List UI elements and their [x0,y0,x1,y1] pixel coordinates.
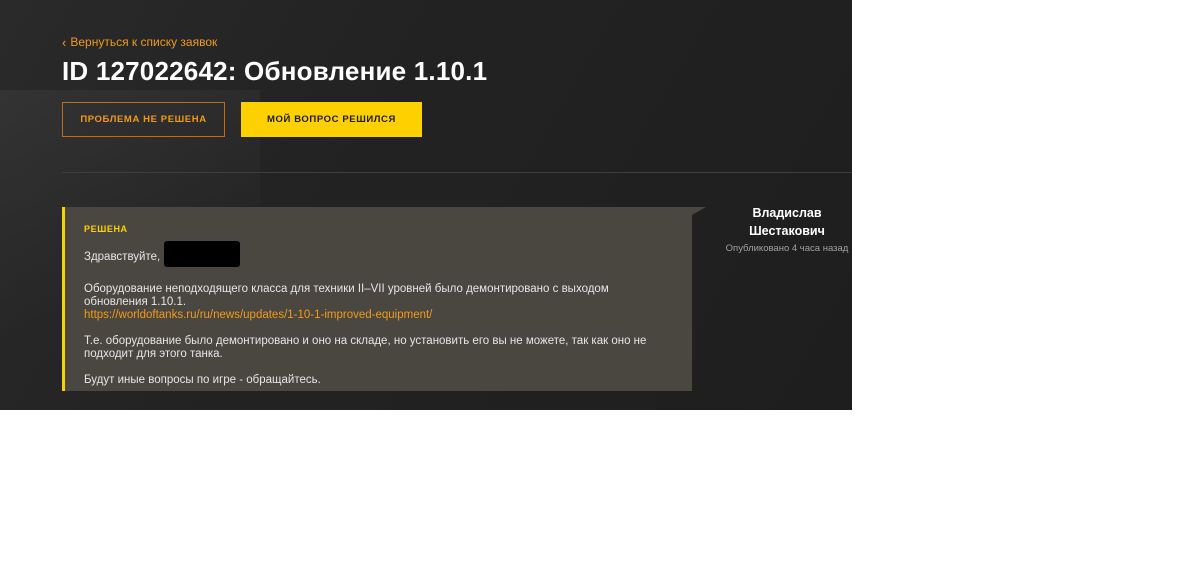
author-name-line-2: Шестакович [749,224,825,238]
message-author: Владислав Шестакович Опубликовано 4 часа… [712,204,852,254]
author-name-line-1: Владислав [752,206,822,220]
paragraph-1-text: Оборудование неподходящего класса для те… [84,283,609,308]
message-paragraph-1: Оборудование неподходящего класса для те… [84,283,672,322]
chevron-left-icon: ‹ [62,34,67,50]
support-message: РЕШЕНА Здравствуйте, Оборудование неподх… [62,207,692,391]
message-paragraph-2: Т.е. оборудование было демонтировано и о… [84,335,647,360]
page-title: ID 127022642: Обновление 1.10.1 [62,56,488,86]
back-to-tickets-link[interactable]: ‹ Вернуться к списку заявок [62,35,217,49]
published-time: Опубликовано 4 часа назад [725,243,849,254]
redacted-username [164,241,241,267]
section-divider [62,172,852,173]
update-news-link[interactable]: https://worldoftanks.ru/ru/news/updates/… [84,309,432,322]
question-solved-button[interactable]: МОЙ ВОПРОС РЕШИЛСЯ [241,102,422,137]
problem-not-solved-button[interactable]: ПРОБЛЕМА НЕ РЕШЕНА [62,102,225,137]
greeting-text: Здравствуйте, [84,250,161,263]
message-paragraph-3: Будут иные вопросы по игре - обращайтесь… [84,374,321,386]
message-pointer [692,207,706,215]
back-link-label: Вернуться к списку заявок [70,35,218,49]
status-badge: РЕШЕНА [84,224,128,234]
support-ticket-page: ‹ Вернуться к списку заявок ID 127022642… [0,0,852,410]
message-greeting: Здравствуйте, [84,241,672,267]
